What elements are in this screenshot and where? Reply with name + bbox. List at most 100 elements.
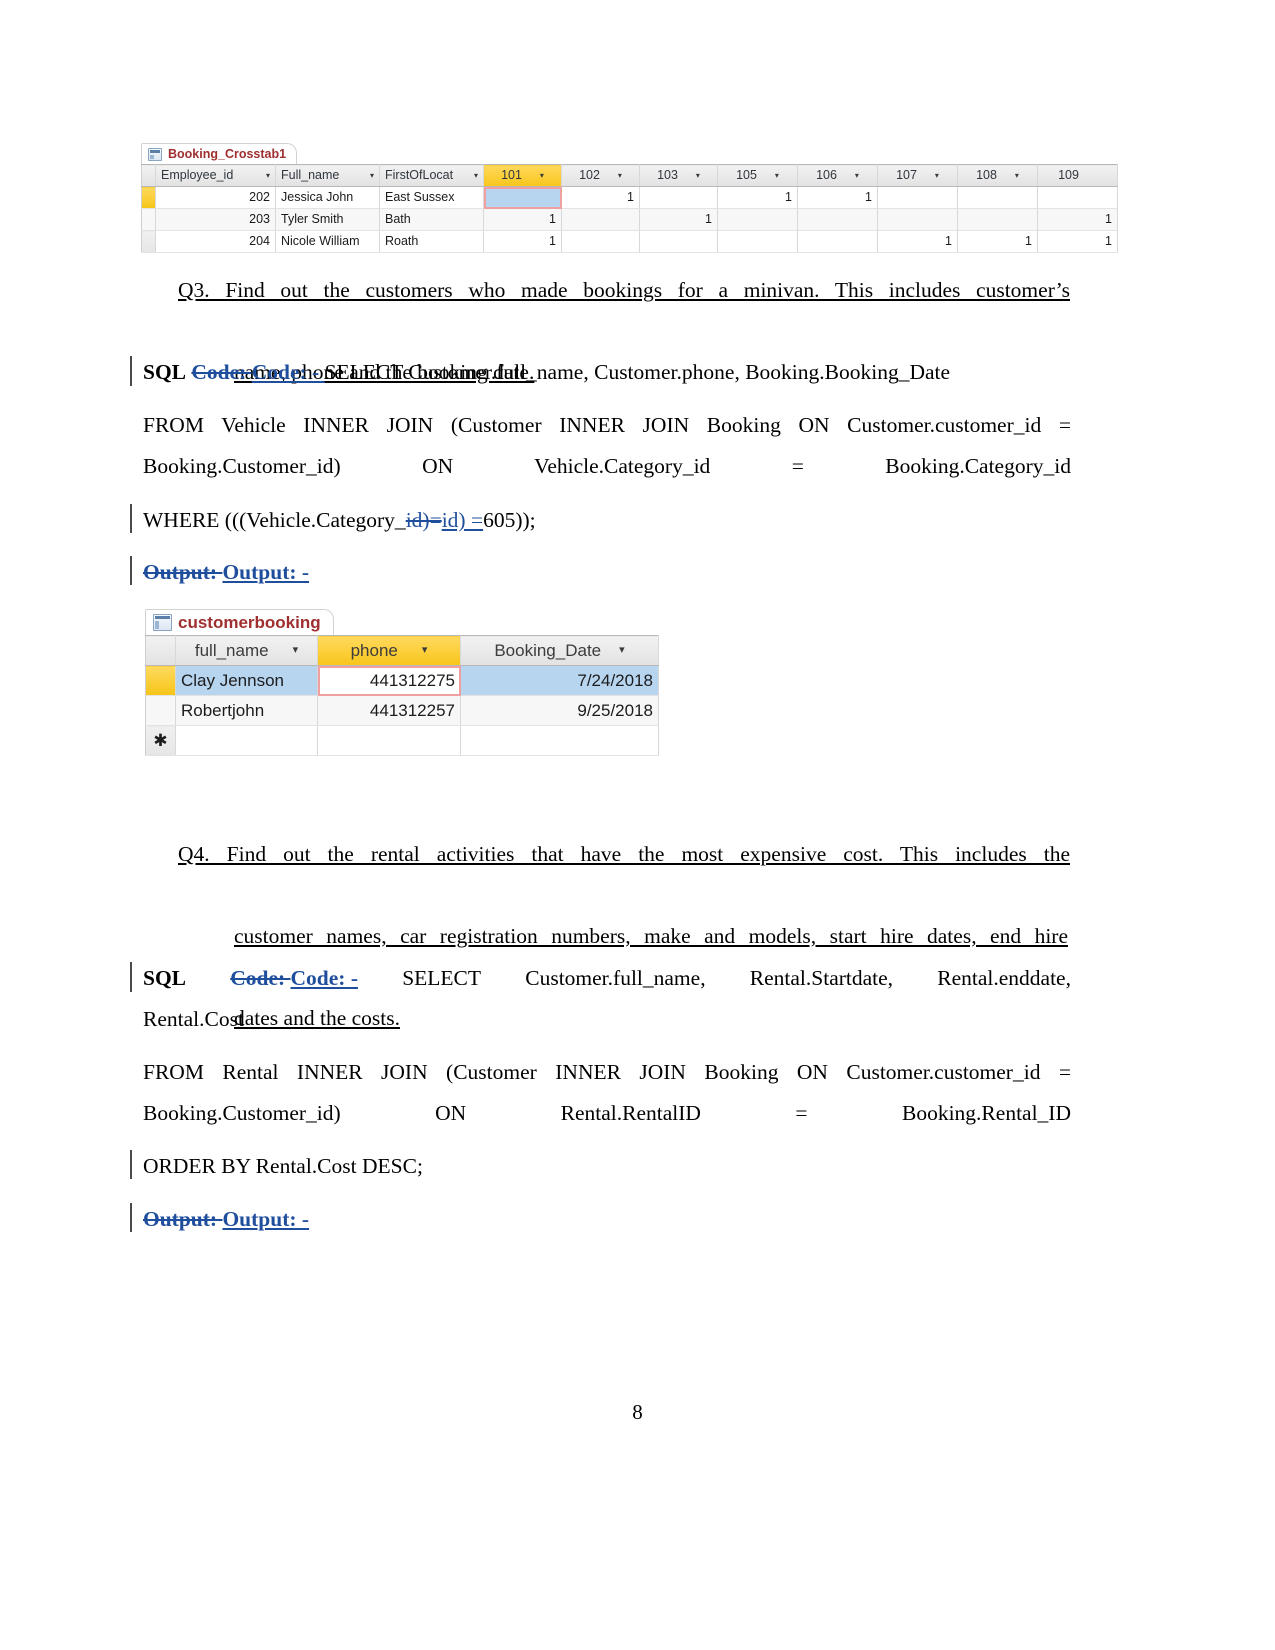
cell-booking-date[interactable]: 9/25/2018 xyxy=(460,695,659,726)
column-label: FirstOfLocat xyxy=(385,168,454,182)
chevron-down-icon[interactable]: ▾ xyxy=(935,171,939,180)
column-header-firstoflocat[interactable]: FirstOfLocat ▾ xyxy=(379,164,484,187)
column-header-102[interactable]: 102 ▾ xyxy=(561,164,640,187)
column-header-103[interactable]: 103 ▾ xyxy=(639,164,718,187)
row-selector[interactable] xyxy=(141,230,156,253)
cell-full-name[interactable]: Clay Jennson xyxy=(175,665,318,696)
cell-107[interactable] xyxy=(877,186,958,209)
row-selector[interactable] xyxy=(141,208,156,231)
cell-employee-id[interactable]: 203 xyxy=(155,208,276,231)
row-selector[interactable] xyxy=(145,665,176,696)
chevron-down-icon[interactable]: ▾ xyxy=(696,171,700,180)
column-header-booking-date[interactable]: Booking_Date ▾ xyxy=(460,635,659,666)
cell-booking-date-empty[interactable] xyxy=(460,725,659,756)
select-all-corner[interactable] xyxy=(145,635,176,666)
customerbooking-tab-label: customerbooking xyxy=(178,612,321,632)
column-header-105[interactable]: 105 ▾ xyxy=(717,164,798,187)
cell-employee-id[interactable]: 204 xyxy=(155,230,276,253)
q3-output-label: Output: Output: - xyxy=(143,552,309,593)
cell-location[interactable]: Bath xyxy=(379,208,484,231)
chevron-down-icon[interactable]: ▾ xyxy=(540,171,544,180)
cell-101[interactable]: 1 xyxy=(483,230,562,253)
chevron-down-icon[interactable]: ▾ xyxy=(618,171,622,180)
cell-108[interactable]: 1 xyxy=(957,230,1038,253)
chevron-down-icon[interactable]: ▾ xyxy=(775,171,779,180)
crosstab-datasheet[interactable]: Employee_id ▾ Full_name ▾ FirstOfLocat ▾… xyxy=(141,164,1118,253)
table-row[interactable]: Clay Jennson 441312275 7/24/2018 xyxy=(145,665,659,696)
chevron-down-icon[interactable]: ▾ xyxy=(1015,171,1019,180)
column-header-101[interactable]: 101 ▾ xyxy=(483,164,562,187)
q3-where-clause: WHERE (((Vehicle.Category_id)=id) =605))… xyxy=(143,500,536,541)
q4-sql-code-line: SQL Code: Code: - SELECT SELECT Customer… xyxy=(143,958,1071,999)
q4-sql-label: SQL xyxy=(143,966,187,990)
table-row[interactable]: 203 Tyler Smith Bath 1 1 1 xyxy=(141,208,1118,231)
column-header-phone[interactable]: phone ▾ xyxy=(317,635,461,666)
cell-location[interactable]: Roath xyxy=(379,230,484,253)
change-bar xyxy=(130,356,132,386)
cell-103[interactable] xyxy=(639,186,718,209)
row-selector[interactable] xyxy=(141,186,156,209)
chevron-down-icon[interactable]: ▾ xyxy=(855,171,859,180)
customerbooking-datasheet[interactable]: full_name ▾ phone ▾ Booking_Date ▾ Clay … xyxy=(145,635,659,756)
customerbooking-tab[interactable]: customerbooking xyxy=(145,609,334,635)
column-header-107[interactable]: 107 ▾ xyxy=(877,164,958,187)
cell-full-name[interactable]: Tyler Smith xyxy=(275,208,380,231)
select-all-corner[interactable] xyxy=(141,164,156,187)
chevron-down-icon[interactable]: ▾ xyxy=(266,171,270,180)
cell-108[interactable] xyxy=(957,186,1038,209)
cell-101[interactable]: 1 xyxy=(483,208,562,231)
cell-employee-id[interactable]: 202 xyxy=(155,186,276,209)
chevron-down-icon[interactable]: ▾ xyxy=(370,171,374,180)
q3-line-1: Q3. Find out the customers who made book… xyxy=(178,278,1070,302)
new-record-marker[interactable]: ✱ xyxy=(145,725,176,756)
cell-102[interactable]: 1 xyxy=(561,186,640,209)
q4-inserted-code-label: Code: - xyxy=(290,966,359,990)
cell-full-name[interactable]: Robertjohn xyxy=(175,695,318,726)
cell-107[interactable]: 1 xyxy=(877,230,958,253)
cell-106[interactable]: 1 xyxy=(797,186,878,209)
cell-phone[interactable]: 441312257 xyxy=(317,695,461,726)
q4-output-inserted: Output: - xyxy=(222,1207,310,1231)
column-header-full-name[interactable]: Full_name ▾ xyxy=(275,164,380,187)
change-bar xyxy=(130,1150,132,1179)
table-row[interactable]: Robertjohn 441312257 9/25/2018 xyxy=(145,695,659,726)
column-header-106[interactable]: 106 ▾ xyxy=(797,164,878,187)
cell-103[interactable]: 1 xyxy=(639,208,718,231)
cell-booking-date[interactable]: 7/24/2018 xyxy=(460,665,659,696)
cell-107[interactable] xyxy=(877,208,958,231)
table-row[interactable]: 204 Nicole William Roath 1 1 1 1 xyxy=(141,230,1118,253)
q3-select-statement: SELECT Customer.full_name, Customer.phon… xyxy=(324,360,951,384)
cell-108[interactable] xyxy=(957,208,1038,231)
cell-103[interactable] xyxy=(639,230,718,253)
cell-109[interactable] xyxy=(1037,186,1118,209)
column-header-employee-id[interactable]: Employee_id ▾ xyxy=(155,164,276,187)
cell-location[interactable]: East Sussex xyxy=(379,186,484,209)
cell-phone-empty[interactable] xyxy=(317,725,461,756)
row-selector[interactable] xyxy=(145,695,176,726)
column-header-109[interactable]: 109 xyxy=(1037,164,1118,187)
cell-102[interactable] xyxy=(561,230,640,253)
cell-phone[interactable]: 441312275 xyxy=(317,665,461,696)
cell-full-name-empty[interactable] xyxy=(175,725,318,756)
cell-105[interactable] xyxy=(717,208,798,231)
cell-109[interactable]: 1 xyxy=(1037,230,1118,253)
cell-106[interactable] xyxy=(797,208,878,231)
new-record-row[interactable]: ✱ xyxy=(145,725,659,756)
cell-109[interactable]: 1 xyxy=(1037,208,1118,231)
chevron-down-icon[interactable]: ▾ xyxy=(474,171,478,180)
table-row[interactable]: 202 Jessica John East Sussex 1 1 1 xyxy=(141,186,1118,209)
cell-105[interactable] xyxy=(717,230,798,253)
cell-105[interactable]: 1 xyxy=(717,186,798,209)
chevron-down-icon[interactable]: ▾ xyxy=(422,645,428,656)
chevron-down-icon[interactable]: ▾ xyxy=(619,645,625,656)
cell-101[interactable] xyxy=(483,186,562,209)
cell-full-name[interactable]: Jessica John xyxy=(275,186,380,209)
chevron-down-icon[interactable]: ▾ xyxy=(293,645,299,656)
column-header-full-name[interactable]: full_name ▾ xyxy=(175,635,318,666)
cell-102[interactable] xyxy=(561,208,640,231)
crosstab-tab[interactable]: Booking_Crosstab1 xyxy=(141,143,298,164)
cell-106[interactable] xyxy=(797,230,878,253)
cell-full-name[interactable]: Nicole William xyxy=(275,230,380,253)
change-bar xyxy=(130,504,132,533)
column-header-108[interactable]: 108 ▾ xyxy=(957,164,1038,187)
